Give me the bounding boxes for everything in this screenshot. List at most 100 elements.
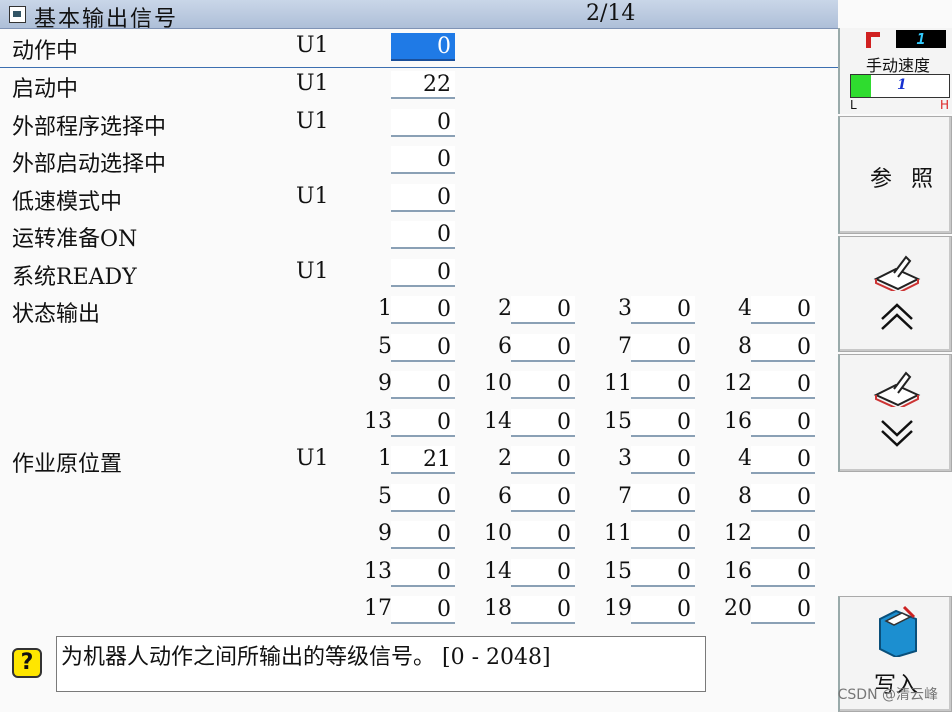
grid-value-field[interactable]: 0 xyxy=(391,596,455,624)
grid-value-field[interactable]: 0 xyxy=(511,521,575,549)
message-text: 为机器人动作之间所输出的等级信号。 [0 - 2048] xyxy=(61,645,551,670)
grid-value-field[interactable]: 0 xyxy=(631,408,695,437)
book-down-icon xyxy=(873,371,921,407)
tool-number: 1 xyxy=(896,30,946,48)
grid-index: 1 xyxy=(378,446,392,471)
grid-index: 6 xyxy=(498,483,512,509)
row-label: 动作中 xyxy=(12,39,79,64)
row-value-field[interactable]: 0 xyxy=(391,184,455,212)
speed-high-label: H xyxy=(940,98,950,112)
grid-value-field[interactable]: 0 xyxy=(751,371,815,399)
grid-index: 16 xyxy=(724,408,752,434)
manual-speed-bar[interactable]: 1 xyxy=(850,74,950,98)
grid-index: 15 xyxy=(604,558,632,584)
grid-index: 3 xyxy=(618,296,632,321)
grid-index: 2 xyxy=(498,446,512,471)
row-value-field[interactable]: 0 xyxy=(391,221,455,249)
grid-value-field[interactable]: 0 xyxy=(391,371,455,399)
row-value-field[interactable]: 22 xyxy=(391,71,455,99)
grid-index: 9 xyxy=(378,521,392,546)
grid-value-field[interactable]: 0 xyxy=(751,408,815,437)
speed-low-label: L xyxy=(850,98,857,112)
page-up-button[interactable] xyxy=(838,236,952,352)
grid-index: 5 xyxy=(378,333,392,359)
grid-value-field[interactable]: 0 xyxy=(391,521,455,549)
grid-index: 5 xyxy=(378,483,392,509)
grid-value-field[interactable]: 0 xyxy=(751,446,815,474)
work-home-unit: U1 xyxy=(296,446,329,471)
grid-value-field[interactable]: 0 xyxy=(391,483,455,512)
row-value-field[interactable]: 0 xyxy=(391,146,455,174)
grid-value-field[interactable]: 0 xyxy=(751,521,815,549)
grid-index: 10 xyxy=(484,521,512,546)
signal-panel: 动作中 U1 0 启动中 U1 22 外部程序选择中 U1 0 外部启动选择中 … xyxy=(0,29,838,631)
grid-value-field[interactable]: 0 xyxy=(391,333,455,362)
grid-index: 14 xyxy=(484,558,512,584)
grid-index: 10 xyxy=(484,371,512,396)
chevron-down-icon xyxy=(881,420,913,447)
grid-value-field[interactable]: 0 xyxy=(751,558,815,587)
grid-index: 11 xyxy=(604,371,632,396)
reference-button-label: 参 照 xyxy=(870,167,939,192)
reference-button[interactable]: 参 照 xyxy=(838,116,952,234)
row-value-field[interactable]: 0 xyxy=(391,109,455,137)
row-value-field[interactable]: 0 xyxy=(391,259,455,287)
row-label: 外部启动选择中 xyxy=(12,152,167,177)
right-sidebar: 1 手动速度 1 L H 参 照 写入 xyxy=(838,0,952,712)
grid-value-field[interactable]: 0 xyxy=(631,333,695,362)
tool-icon xyxy=(866,32,880,48)
folder-write-icon xyxy=(879,605,917,657)
grid-index: 4 xyxy=(738,446,752,471)
title-bar: 基本输出信号 2/14 xyxy=(0,0,838,32)
grid-value-field[interactable]: 0 xyxy=(391,558,455,587)
grid-index: 11 xyxy=(604,521,632,546)
grid-value-field[interactable]: 0 xyxy=(751,296,815,324)
row-unit: U1 xyxy=(296,184,329,209)
grid-index: 19 xyxy=(604,596,632,621)
page-down-button[interactable] xyxy=(838,354,952,472)
grid-value-field[interactable]: 0 xyxy=(511,446,575,474)
grid-index: 16 xyxy=(724,558,752,584)
grid-value-field[interactable]: 0 xyxy=(511,333,575,362)
grid-value-field[interactable]: 0 xyxy=(631,521,695,549)
speed-panel: 1 手动速度 1 L H xyxy=(838,28,952,114)
grid-value-field[interactable]: 0 xyxy=(511,371,575,399)
grid-value-field[interactable]: 0 xyxy=(391,296,455,324)
message-box: 为机器人动作之间所输出的等级信号。 [0 - 2048] xyxy=(56,636,706,692)
grid-value-field[interactable]: 0 xyxy=(511,408,575,437)
grid-value-field[interactable]: 0 xyxy=(631,371,695,399)
grid-value-field[interactable]: 0 xyxy=(631,483,695,512)
row-unit: U1 xyxy=(296,109,329,134)
row-label: 外部程序选择中 xyxy=(12,115,167,140)
grid-value-field[interactable]: 0 xyxy=(511,483,575,512)
message-area: ? 为机器人动作之间所输出的等级信号。 [0 - 2048] xyxy=(0,632,838,712)
grid-value-field[interactable]: 0 xyxy=(751,596,815,624)
grid-value-field[interactable]: 0 xyxy=(511,596,575,624)
grid-value-field[interactable]: 0 xyxy=(511,558,575,587)
grid-index: 8 xyxy=(738,333,752,359)
grid-value-field[interactable]: 0 xyxy=(751,483,815,512)
row-label: 运转准备ON xyxy=(12,227,138,252)
state-output-label: 状态输出 xyxy=(12,302,101,327)
row-label: 低速模式中 xyxy=(12,190,123,215)
grid-value-field[interactable]: 0 xyxy=(511,296,575,324)
grid-value-field[interactable]: 0 xyxy=(631,446,695,474)
grid-index: 4 xyxy=(738,296,752,321)
row-unit: U1 xyxy=(296,71,329,96)
grid-value-field[interactable]: 21 xyxy=(391,446,455,474)
help-icon[interactable]: ? xyxy=(12,648,42,678)
window-icon xyxy=(9,6,26,23)
grid-value-field[interactable]: 0 xyxy=(751,333,815,362)
grid-value-field[interactable]: 0 xyxy=(631,296,695,324)
row-label: 系统READY xyxy=(12,265,137,290)
grid-value-field[interactable]: 0 xyxy=(391,408,455,437)
grid-value-field[interactable]: 0 xyxy=(631,558,695,587)
speed-marker: 1 xyxy=(897,77,907,93)
grid-index: 17 xyxy=(364,596,392,621)
row-value-field[interactable]: 0 xyxy=(391,33,455,61)
grid-value-field[interactable]: 0 xyxy=(631,596,695,624)
row-unit: U1 xyxy=(296,259,329,284)
grid-index: 15 xyxy=(604,408,632,434)
grid-index: 13 xyxy=(364,558,392,584)
grid-index: 13 xyxy=(364,408,392,434)
